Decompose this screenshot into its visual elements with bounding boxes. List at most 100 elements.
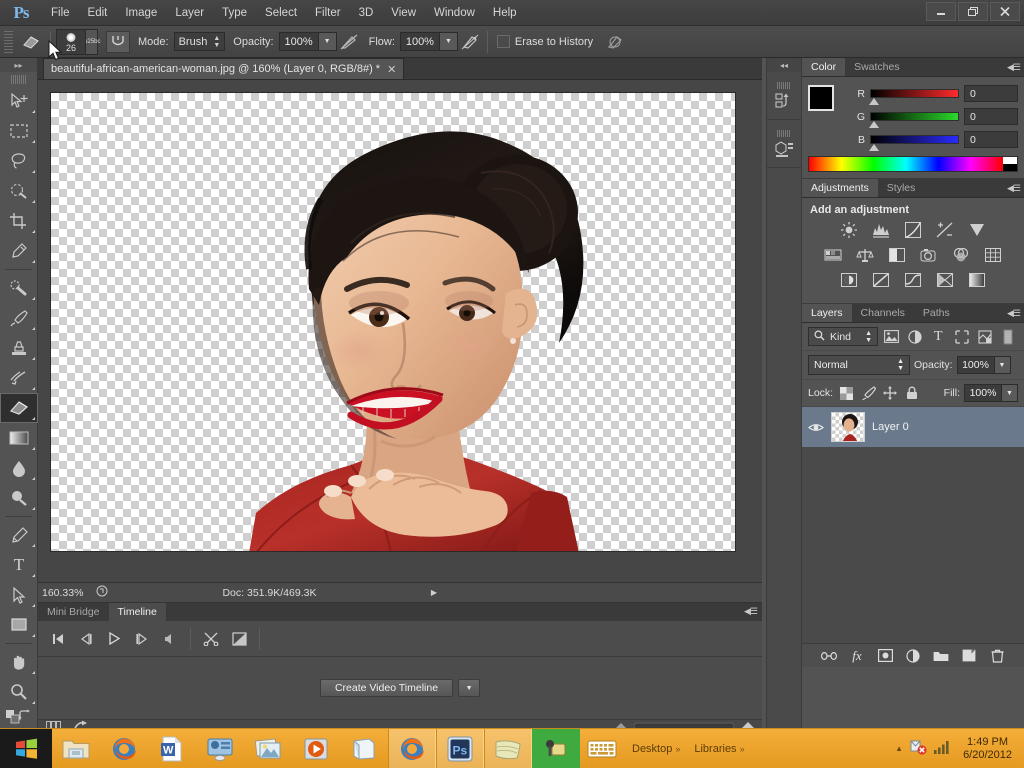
brush-preset-dropdown-icon[interactable]: \u25bc [83, 28, 101, 55]
quick-selection-tool[interactable] [0, 176, 38, 206]
exposure-icon[interactable] [934, 220, 956, 240]
pen-tool[interactable] [0, 520, 38, 550]
filter-shape-icon[interactable] [952, 327, 971, 346]
history-panel-button[interactable] [767, 72, 801, 120]
layer-fill-control[interactable]: 100% ▼ [964, 384, 1018, 402]
tab-mini-bridge[interactable]: Mini Bridge [38, 603, 109, 621]
toolbar-desktop[interactable]: Desktop » [632, 743, 680, 755]
zoom-tool[interactable] [0, 677, 38, 707]
touch-keyboard-icon[interactable] [580, 729, 624, 768]
rectangle-tool[interactable] [0, 610, 38, 640]
timeline-panel-menu-icon[interactable]: ◀☰ [744, 606, 758, 617]
go-to-first-frame-button[interactable] [44, 626, 72, 652]
color-spectrum-gradient[interactable] [809, 157, 1003, 171]
history-brush-tool[interactable] [0, 363, 38, 393]
add-layer-mask-icon[interactable] [877, 648, 893, 664]
blend-mode-select[interactable]: Normal ▲ ▼ [808, 355, 910, 375]
action-center-icon[interactable] [909, 739, 927, 759]
toolbox-collapse-icon[interactable]: ▸▸ [0, 58, 37, 72]
gradient-map-icon[interactable] [966, 270, 988, 290]
layer-list[interactable]: Layer 0 [802, 407, 1024, 643]
layer-fill-value[interactable]: 100% [964, 384, 1002, 402]
media-player-icon[interactable] [292, 729, 340, 768]
spot-healing-brush-tool[interactable] [0, 273, 38, 303]
levels-icon[interactable] [870, 220, 892, 240]
restore-button[interactable] [958, 2, 988, 21]
windows-start-orb-icon[interactable] [0, 728, 52, 768]
layer-filter-kind-select[interactable]: Kind ▲ ▼ [808, 327, 878, 346]
g-value-field[interactable]: 0 [964, 108, 1018, 125]
layer-opacity-control[interactable]: 100% ▼ [956, 356, 1011, 374]
new-group-icon[interactable] [933, 648, 949, 664]
clone-stamp-tool[interactable] [0, 333, 38, 363]
crop-tool[interactable] [0, 206, 38, 236]
menu-select[interactable]: Select [256, 0, 306, 26]
document-info-icon[interactable] [96, 585, 108, 600]
firefox-taskbar-button[interactable] [388, 728, 436, 768]
menu-type[interactable]: Type [213, 0, 256, 26]
flow-control[interactable]: 100% ▼ [399, 32, 458, 51]
eye-icon[interactable] [808, 422, 824, 433]
selective-color-icon[interactable] [934, 270, 956, 290]
image-canvas[interactable] [50, 92, 736, 552]
layer-opacity-dropdown-icon[interactable]: ▼ [994, 356, 1011, 374]
b-slider[interactable] [869, 135, 959, 151]
menu-layer[interactable]: Layer [166, 0, 213, 26]
move-tool[interactable] [0, 86, 38, 116]
tab-channels[interactable]: Channels [852, 304, 914, 322]
color-spectrum-blackwhite[interactable] [1003, 157, 1017, 171]
dock-collapse-icon[interactable]: ◂◂ [767, 58, 801, 72]
control-panel-icon[interactable] [196, 729, 244, 768]
lasso-tool[interactable] [0, 146, 38, 176]
show-hidden-icons-icon[interactable]: ▲ [895, 744, 903, 753]
horizontal-type-tool[interactable]: T [0, 550, 38, 580]
menu-window[interactable]: Window [425, 0, 484, 26]
mode-select[interactable]: Brush ▲ ▼ [173, 32, 226, 51]
audio-mute-button[interactable] [156, 626, 184, 652]
folder-taskbar-button[interactable] [484, 728, 532, 768]
layer-fill-dropdown-icon[interactable]: ▼ [1002, 384, 1018, 402]
lock-position-icon[interactable] [881, 384, 899, 402]
layer-row-layer-0[interactable]: Layer 0 [802, 407, 1024, 448]
vibrance-icon[interactable] [966, 220, 988, 240]
color-panel-menu-icon[interactable]: ◀☰ [1007, 62, 1021, 73]
posterize-icon[interactable] [870, 270, 892, 290]
filter-adjustment-icon[interactable] [905, 327, 924, 346]
zoom-level-field[interactable]: 160.33% [42, 587, 90, 599]
tablet-pressure-opacity-icon[interactable] [337, 30, 361, 54]
split-at-playhead-button[interactable] [197, 626, 225, 652]
opacity-dropdown-icon[interactable]: ▼ [318, 32, 337, 51]
menu-edit[interactable]: Edit [79, 0, 117, 26]
new-layer-icon[interactable] [961, 648, 977, 664]
create-timeline-dropdown-icon[interactable]: ▼ [458, 679, 481, 697]
lock-image-pixels-icon[interactable] [859, 384, 877, 402]
curves-icon[interactable] [902, 220, 924, 240]
dodge-tool[interactable] [0, 483, 38, 513]
erase-to-history-checkbox[interactable] [496, 35, 510, 48]
color-spectrum-ramp[interactable] [808, 156, 1018, 172]
swap-colors-icon[interactable] [18, 709, 31, 725]
threshold-icon[interactable] [902, 270, 924, 290]
link-layers-icon[interactable] [821, 648, 837, 664]
black-and-white-icon[interactable] [886, 245, 908, 265]
eraser-tool[interactable] [0, 393, 38, 423]
toolbar-libraries[interactable]: Libraries » [694, 743, 744, 755]
hue-saturation-icon[interactable] [822, 245, 844, 265]
flow-value[interactable]: 100% [399, 32, 440, 51]
channel-mixer-icon[interactable] [950, 245, 972, 265]
document-tab[interactable]: beautiful-african-american-woman.jpg @ 1… [43, 58, 405, 79]
properties-panel-button[interactable] [767, 120, 801, 168]
toolbar-libraries-chevron-icon[interactable]: » [740, 744, 745, 754]
blur-tool[interactable] [0, 453, 38, 483]
rectangular-marquee-tool[interactable] [0, 116, 38, 146]
filter-pixel-icon[interactable] [882, 327, 901, 346]
lock-transparent-pixels-icon[interactable] [837, 384, 855, 402]
layers-panel-menu-icon[interactable]: ◀☰ [1007, 308, 1021, 319]
layer-thumbnail[interactable] [831, 412, 865, 442]
r-value-field[interactable]: 0 [964, 85, 1018, 102]
tab-adjustments[interactable]: Adjustments [802, 179, 878, 197]
g-slider[interactable] [869, 112, 959, 128]
network-signal-icon[interactable] [933, 739, 951, 758]
color-balance-icon[interactable] [854, 245, 876, 265]
clock[interactable]: 1:49 PM 6/20/2012 [957, 736, 1018, 762]
